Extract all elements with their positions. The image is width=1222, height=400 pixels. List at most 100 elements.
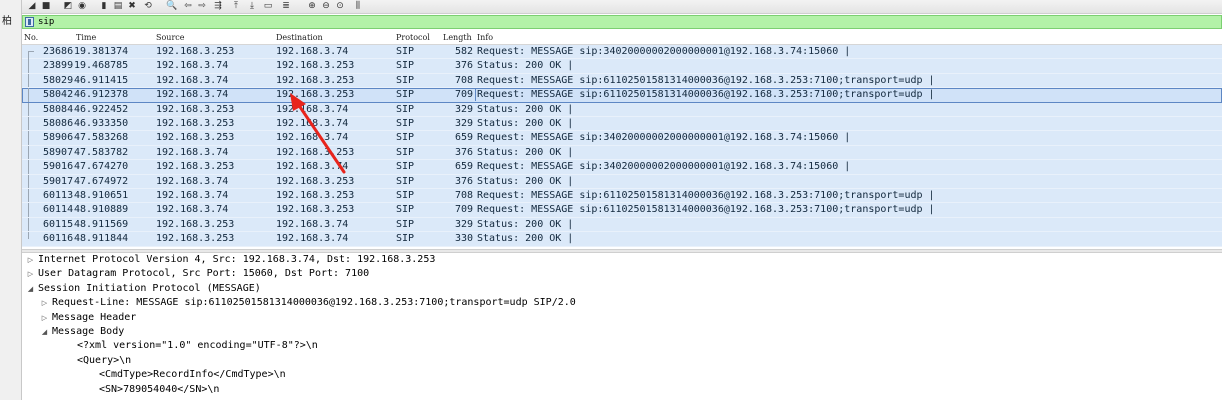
open-icon[interactable]: ◢	[26, 1, 38, 12]
packet-length: 708	[454, 190, 473, 201]
packet-row[interactable]: 58907 47.583782 192.168.3.74 192.168.3.253 S…	[22, 145, 1222, 161]
conversation-line	[28, 232, 29, 240]
column-header-length[interactable]: Length	[443, 33, 472, 42]
find-packet-icon[interactable]: 🔍	[166, 1, 178, 12]
colorize-icon[interactable]: ≣	[280, 1, 292, 12]
packet-length: 659	[454, 132, 473, 144]
packet-info: Status: 200 OK |	[477, 218, 574, 230]
detail-text: Message Header	[52, 311, 137, 323]
capture-options-icon[interactable]: ◉	[76, 1, 88, 12]
packet-length: 708	[454, 74, 473, 86]
packet-source: 192.168.3.253	[156, 118, 235, 129]
packet-protocol: SIP	[396, 132, 415, 144]
packet-source: 192.168.3.74	[156, 89, 229, 101]
detail-message-header[interactable]: ▷ Message Header	[42, 311, 137, 325]
packet-destination: 192.168.3.253	[276, 74, 355, 86]
detail-message-body[interactable]: ◢ Message Body	[42, 325, 124, 339]
display-filter-input[interactable]: sip	[38, 16, 54, 28]
packet-row[interactable]: 58084 46.922452 192.168.3.253 192.168.3.74 S…	[22, 102, 1222, 117]
go-back-icon[interactable]: ⇦	[182, 1, 194, 12]
packet-row[interactable]: 58906 47.583268 192.168.3.253 192.168.3.74 S…	[22, 131, 1222, 146]
stop-capture-icon[interactable]: ■	[40, 1, 52, 12]
packet-row[interactable]: 60115 48.911569 192.168.3.253 192.168.3.74 S…	[22, 217, 1222, 233]
packet-length: 376	[454, 60, 473, 72]
packet-info: Status: 200 OK |	[477, 60, 574, 72]
packet-row[interactable]: 58086 46.933350 192.168.3.253 192.168.3.74 S…	[22, 117, 1222, 132]
column-header-info[interactable]: Info	[477, 33, 493, 42]
conversation-line	[28, 189, 29, 203]
packet-info: Status: 200 OK |	[477, 103, 574, 115]
packet-row[interactable]: 60113 48.910651 192.168.3.74 192.168.3.253 S…	[22, 189, 1222, 204]
go-last-icon[interactable]: ⤓	[246, 1, 258, 12]
packet-destination: 192.168.3.74	[276, 46, 349, 57]
packet-source: 192.168.3.74	[156, 146, 229, 158]
detail-cmdtype[interactable]: <CmdType>RecordInfo</CmdType>\n	[99, 368, 286, 382]
go-first-icon[interactable]: ⤒	[230, 1, 242, 12]
go-forward-icon[interactable]: ⇨	[196, 1, 208, 12]
column-header-protocol[interactable]: Protocol	[396, 33, 430, 42]
expand-arrow-icon[interactable]: ▷	[26, 267, 35, 281]
packet-row[interactable]: 59016 47.674270 192.168.3.253 192.168.3.74 S…	[22, 160, 1222, 175]
expand-arrow-icon[interactable]: ▷	[26, 253, 35, 267]
autoscroll-icon[interactable]: ▭	[262, 1, 274, 12]
save-file-icon[interactable]: ▤	[112, 1, 124, 12]
packet-row-selected[interactable]: 58042 46.912378 192.168.3.74 192.168.3.253 S…	[22, 88, 1222, 103]
packet-row[interactable]: 59017 47.674972 192.168.3.74 192.168.3.253 S…	[22, 174, 1222, 189]
packet-destination: 192.168.3.74	[276, 233, 349, 245]
packet-row[interactable]: 23686 19.381374 192.168.3.253 192.168.3.74 S…	[22, 45, 1222, 60]
column-header-no[interactable]: No.	[24, 33, 38, 42]
expand-arrow-icon[interactable]: ▷	[40, 311, 49, 325]
detail-query[interactable]: <Query>\n	[77, 354, 131, 368]
collapse-arrow-icon[interactable]: ◢	[40, 325, 49, 339]
restart-capture-icon[interactable]: ◩	[62, 1, 74, 12]
packet-time: 46.912378	[74, 89, 129, 101]
detail-sip[interactable]: ◢ Session Initiation Protocol (MESSAGE)	[28, 282, 261, 296]
detail-xml-decl[interactable]: <?xml version="1.0" encoding="UTF-8"?>\n	[77, 339, 318, 353]
display-filter-bar[interactable]: sip	[22, 15, 1222, 29]
packet-protocol: SIP	[396, 89, 415, 101]
packet-time: 46.933350	[74, 118, 129, 129]
wireshark-window: ◢ ■ ◩ ◉ ▮ ▤ ✖ ⟲ 🔍 ⇦ ⇨ ⇶ ⤒ ⤓ ▭ ≣ ⊕ ⊖ ⊙ ⫼ sip No. Time Source…	[22, 0, 1222, 400]
packet-row[interactable]: 60114 48.910889 192.168.3.74 192.168.3.253 S…	[22, 203, 1222, 218]
detail-sn[interactable]: <SN>789054040</SN>\n	[99, 383, 219, 397]
close-file-icon[interactable]: ✖	[126, 1, 138, 12]
go-to-packet-icon[interactable]: ⇶	[212, 1, 224, 12]
packet-info: Request: MESSAGE sip:6110250158131400003…	[477, 74, 935, 86]
detail-ipv4[interactable]: ▷ Internet Protocol Version 4, Src: 192.1…	[28, 253, 436, 267]
packet-destination: 192.168.3.74	[276, 218, 349, 230]
packet-time: 48.911569	[74, 218, 129, 230]
packet-row[interactable]: 58029 46.911415 192.168.3.74 192.168.3.253 S…	[22, 73, 1222, 89]
packet-row[interactable]: 60116 48.911844 192.168.3.253 192.168.3.74 S…	[22, 232, 1222, 247]
collapse-arrow-icon[interactable]: ◢	[26, 282, 35, 296]
detail-text: <SN>789054040</SN>\n	[99, 383, 220, 395]
packet-time: 48.910889	[74, 204, 129, 216]
detail-request-line[interactable]: ▷ Request-Line: MESSAGE sip:6110250158131…	[42, 296, 576, 310]
packet-list: 23686 19.381374 192.168.3.253 192.168.3.74 S…	[22, 45, 1222, 248]
column-header-time[interactable]: Time	[76, 33, 96, 42]
packet-info: Request: MESSAGE sip:6110250158131400003…	[477, 89, 935, 101]
conversation-line	[28, 88, 29, 102]
column-header-source[interactable]: Source	[156, 33, 185, 42]
packet-protocol: SIP	[396, 60, 415, 72]
conversation-start-marker	[28, 51, 34, 52]
reload-icon[interactable]: ⟲	[142, 1, 154, 12]
bookmark-icon[interactable]	[25, 17, 34, 27]
packet-number: 58084	[43, 103, 74, 115]
packet-protocol: SIP	[396, 161, 415, 173]
zoom-normal-icon[interactable]: ⊙	[334, 1, 346, 12]
expand-arrow-icon[interactable]: ▷	[40, 296, 49, 310]
packet-list-header: No. Time Source Destination Protocol Len…	[22, 31, 1222, 45]
detail-udp[interactable]: ▷ User Datagram Protocol, Src Port: 15060…	[28, 267, 369, 281]
packet-time: 47.583268	[74, 132, 129, 144]
open-file-icon[interactable]: ▮	[98, 1, 110, 12]
zoom-out-icon[interactable]: ⊖	[320, 1, 332, 12]
packet-info: Request: MESSAGE sip:6110250158131400003…	[477, 204, 935, 216]
packet-number: 60115	[43, 218, 74, 230]
zoom-in-icon[interactable]: ⊕	[306, 1, 318, 12]
packet-length: 659	[454, 161, 473, 173]
resize-columns-icon[interactable]: ⫼	[352, 1, 364, 12]
packet-length: 376	[454, 146, 473, 158]
packet-row[interactable]: 23899 19.468785 192.168.3.74 192.168.3.253 S…	[22, 59, 1222, 74]
left-window-strip: 柏	[0, 0, 22, 400]
column-header-destination[interactable]: Destination	[276, 33, 323, 42]
